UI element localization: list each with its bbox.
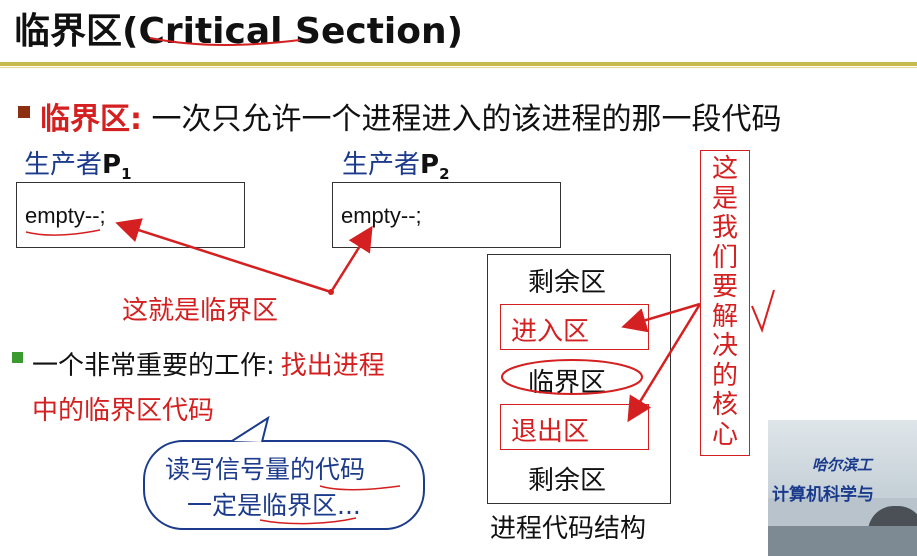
title-divider [0,62,917,66]
producer-p1-subscript: 1 [121,165,132,184]
task-label: 一个非常重要的工作: [32,351,275,381]
video-banner-line1: 哈尔滨工 [812,456,873,474]
side-note-char: 决 [711,331,738,361]
bubble-line2: 一定是临界区... [187,491,361,520]
arrow-caption: 这就是临界区 [122,296,279,326]
task-highlight-1: 找出进程 [280,351,385,381]
side-note-char: 我 [711,213,738,243]
side-note-char: 这 [711,154,738,184]
side-note-char: 要 [711,272,738,302]
producer-p1-letter: P [102,150,122,180]
producer-p2-subscript: 2 [439,165,450,184]
remainder-section-bottom: 剩余区 [528,466,607,496]
exit-section: 退出区 [511,417,590,447]
video-floor [768,526,917,556]
structure-caption: 进程代码结构 [490,514,647,544]
callout-bubble: 读写信号量的代码 一定是临界区... [143,440,425,530]
producer-p1-name: 生产者 [24,150,103,180]
task-line1: 一个非常重要的工作: 找出进程 [32,345,385,382]
critical-section: 临界区 [528,368,607,398]
producer-p2-label: 生产者P2 [342,144,450,183]
bullet-green-square-icon [12,352,23,363]
arrow-origin-dot [328,289,334,295]
task-highlight-2: 中的临界区代码 [32,396,215,426]
slide-title: 临界区(Critical Section) [14,11,464,52]
exit-section-box: 退出区 [500,404,649,450]
producer-p2-letter: P [420,150,440,180]
producer-p2-name: 生产者 [342,150,421,180]
video-banner-line2: 计算机科学与 [772,485,874,505]
definition-term: 临界区: [40,102,142,137]
definition-text: 一次只允许一个进程进入的该进程的那一段代码 [142,102,782,137]
side-note-char: 心 [711,419,738,450]
side-note-char: 们 [711,242,738,273]
side-note-char: 的 [711,360,738,391]
producer-p2-code: empty--; [341,203,422,228]
definition-line: 临界区: 一次只允许一个进程进入的该进程的那一段代码 [40,94,782,138]
entry-section-box: 进入区 [500,304,649,350]
title-divider-shadow [0,67,917,68]
side-note-char: 解 [711,301,738,332]
side-note-box: 这 是 我 们 要 解 决 的 核 心 [700,150,750,456]
bubble-line1: 读写信号量的代码 [165,455,366,484]
producer-p2-code-box: empty--; [332,182,561,248]
entry-section: 进入区 [511,317,590,347]
side-note-char: 核 [711,390,738,420]
side-note-char: 是 [711,183,738,214]
producer-p1-code-box: empty--; [16,182,245,248]
checkmark-mark [751,289,775,333]
producer-p1-label: 生产者P1 [24,144,132,183]
producer-p1-code: empty--; [25,203,106,228]
remainder-section-top: 剩余区 [528,268,607,298]
bullet-square-icon [18,106,30,118]
lecturer-video-inset: 哈尔滨工 计算机科学与 [768,420,917,556]
bubble-tail [231,415,270,443]
